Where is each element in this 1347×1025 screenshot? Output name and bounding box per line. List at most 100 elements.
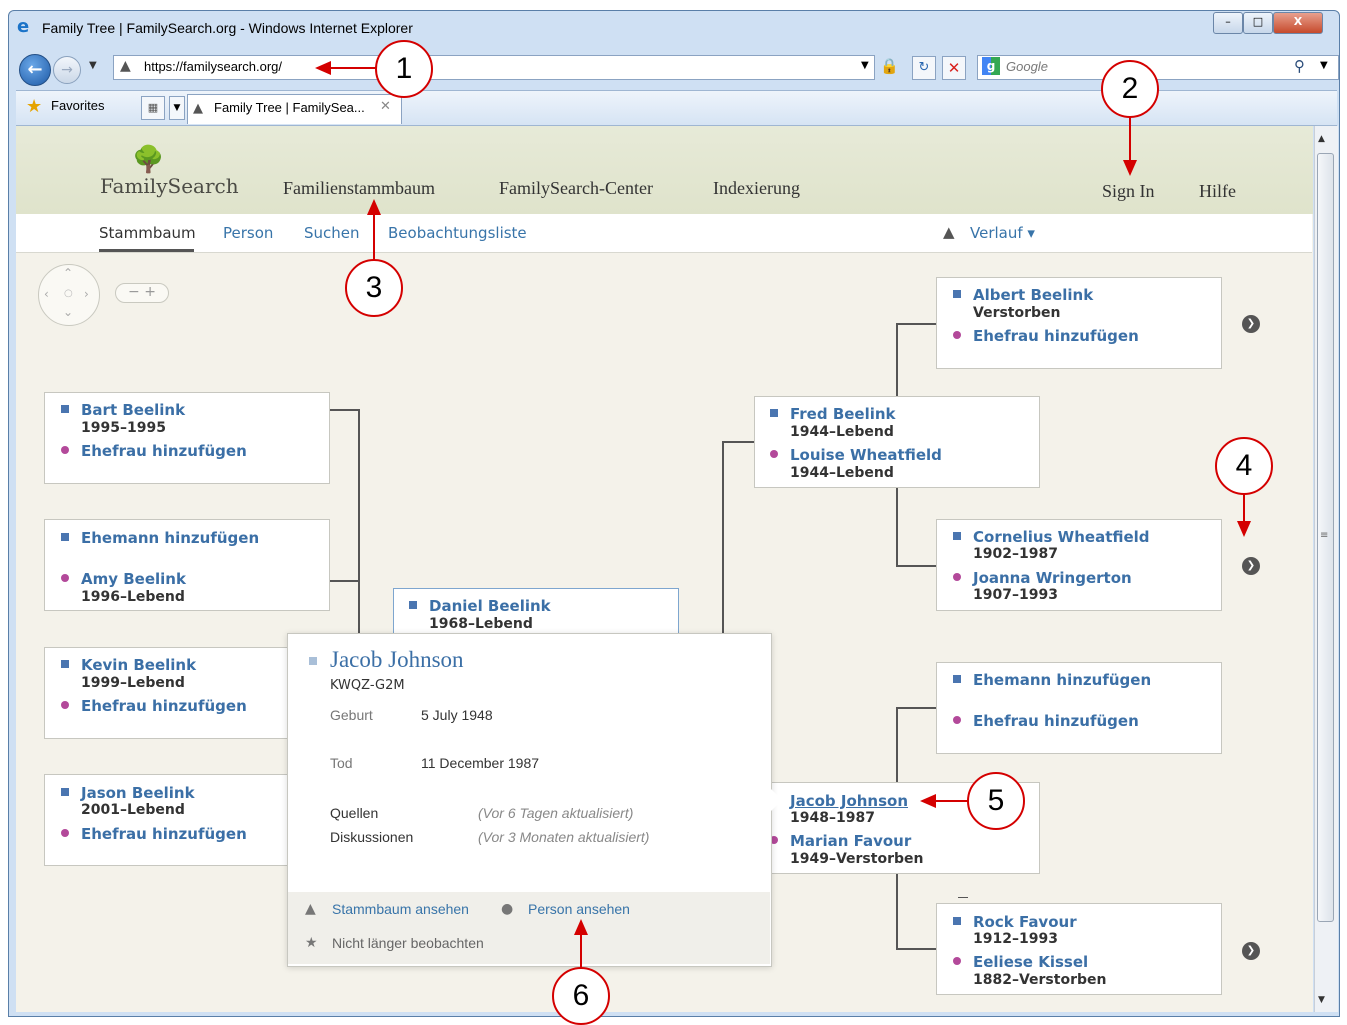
add-wife-link[interactable]: Ehefrau hinzufügen [973, 712, 1139, 730]
tab-stammbaum[interactable]: Stammbaum [99, 224, 196, 242]
maximize-button[interactable]: □ [1243, 12, 1273, 34]
spouse-name[interactable]: Louise Wheatfield [790, 446, 942, 464]
view-tree-link[interactable]: Stammbaum ansehen [332, 901, 469, 917]
zoom-control[interactable]: − + [115, 283, 169, 303]
callout-arrowhead [315, 61, 331, 75]
nav-familienstammbaum[interactable]: Familienstammbaum [283, 178, 435, 199]
person-name[interactable]: Rock Favour [973, 913, 1077, 931]
stop-icon[interactable]: ✕ [942, 56, 966, 80]
add-husband-link[interactable]: Ehemann hinzufügen [973, 671, 1151, 689]
male-icon [953, 532, 961, 540]
expand-ancestors-icon[interactable]: ❯ [1242, 942, 1260, 960]
male-icon [61, 533, 69, 541]
scroll-down-icon[interactable]: ▼ [1318, 995, 1325, 1005]
spouse-dates: 1944–Lebend [790, 465, 894, 481]
callout-arrowhead [574, 919, 588, 935]
forward-button[interactable]: → [53, 56, 81, 84]
female-icon [953, 573, 961, 581]
unwatch-link[interactable]: Nicht länger beobachten [332, 935, 484, 951]
familysearch-logo[interactable]: FamilySearch [100, 174, 239, 198]
add-wife-link[interactable]: Ehefrau hinzufügen [81, 825, 247, 843]
pan-down-icon[interactable]: ⌄ [63, 305, 73, 319]
person-name[interactable]: Jason Beelink [81, 784, 195, 802]
person-dates: 1996–Lebend [81, 589, 185, 605]
connector-line [896, 873, 898, 950]
pan-right-icon[interactable]: › [84, 287, 89, 301]
person-dates: 1902–1987 [973, 546, 1058, 562]
minimize-button[interactable]: – [1213, 12, 1243, 34]
connector-line [896, 323, 898, 397]
help-link[interactable]: Hilfe [1199, 181, 1236, 202]
person-name[interactable]: Bart Beelink [81, 401, 185, 419]
person-name[interactable]: Albert Beelink [973, 286, 1093, 304]
history-dropdown[interactable]: Verlauf ▾ [970, 224, 1035, 242]
add-wife-link[interactable]: Ehefrau hinzufügen [81, 442, 247, 460]
spouse-name[interactable]: Eeliese Kissel [973, 953, 1088, 971]
nav-familysearch-center[interactable]: FamilySearch-Center [499, 178, 653, 199]
history-dropdown-icon[interactable]: ▼ [89, 60, 97, 71]
nav-indexierung[interactable]: Indexierung [713, 178, 800, 199]
connector-line [896, 707, 936, 709]
spouse-dates: 1949–Verstorben [790, 851, 924, 867]
person-icon: ● [501, 901, 514, 917]
connector-line [722, 441, 724, 633]
person-name[interactable]: Fred Beelink [790, 405, 896, 423]
connector-line [896, 948, 936, 950]
sources-updated: (Vor 6 Tagen aktualisiert) [478, 805, 634, 821]
male-icon [409, 601, 417, 609]
person-name[interactable]: Daniel Beelink [429, 597, 551, 615]
discussions-label[interactable]: Diskussionen [330, 829, 413, 845]
lock-icon[interactable]: 🔒 [880, 57, 899, 75]
pan-center-icon[interactable]: ○ [64, 288, 73, 299]
address-dropdown-icon[interactable]: ▼ [861, 60, 869, 71]
close-window-button[interactable]: X [1273, 12, 1323, 34]
tab-beobachtungsliste[interactable]: Beobachtungsliste [388, 224, 527, 242]
scroll-up-icon[interactable]: ▲ [1318, 134, 1325, 144]
connector-line [896, 565, 936, 567]
death-label: Tod [330, 755, 353, 771]
male-icon [61, 405, 69, 413]
person-name[interactable]: Cornelius Wheatfield [973, 528, 1150, 546]
callout-line [330, 67, 376, 69]
pan-up-icon[interactable]: ⌃ [63, 266, 73, 280]
quick-tabs-icon[interactable]: ▦ [141, 96, 165, 120]
refresh-icon[interactable]: ↻ [912, 56, 936, 80]
sign-in-link[interactable]: Sign In [1102, 181, 1155, 202]
spouse-name[interactable]: Joanna Wringerton [973, 569, 1132, 587]
callout-line [1129, 117, 1131, 162]
add-wife-link[interactable]: Ehefrau hinzufügen [81, 697, 247, 715]
search-placeholder[interactable]: Google [1006, 59, 1048, 74]
tab-list-dropdown-icon[interactable]: ▼ [169, 96, 185, 120]
connector-line [330, 580, 360, 582]
birth-label: Geburt [330, 707, 373, 723]
callout-line [373, 214, 375, 260]
address-text[interactable]: https://familysearch.org/ [144, 59, 282, 74]
search-icon[interactable]: ⚲ [1294, 57, 1305, 75]
popup-person-name[interactable]: Jacob Johnson [330, 647, 464, 673]
favorites-button[interactable]: Favorites [51, 98, 104, 113]
callout-4: 4 [1215, 437, 1273, 495]
add-husband-link[interactable]: Ehemann hinzufügen [81, 529, 259, 547]
sources-label[interactable]: Quellen [330, 805, 378, 821]
connector-line [958, 897, 968, 898]
search-dropdown-icon[interactable]: ▼ [1320, 60, 1328, 71]
tab-person[interactable]: Person [223, 224, 273, 242]
view-person-link[interactable]: Person ansehen [528, 901, 630, 917]
back-button[interactable]: ← [19, 54, 51, 86]
person-name-link[interactable]: Jacob Johnson [790, 792, 908, 810]
tab-close-icon[interactable]: ✕ [380, 99, 391, 114]
person-name[interactable]: Kevin Beelink [81, 656, 196, 674]
tab-suchen[interactable]: Suchen [304, 224, 360, 242]
add-wife-link[interactable]: Ehefrau hinzufügen [973, 327, 1139, 345]
pan-left-icon[interactable]: ‹ [44, 287, 49, 301]
spouse-name[interactable]: Marian Favour [790, 832, 911, 850]
death-date: 11 December 1987 [421, 755, 540, 771]
tab-title[interactable]: Family Tree | FamilySea... [214, 100, 365, 115]
female-icon [61, 446, 69, 454]
tab-tree-icon: ▲ [193, 101, 203, 116]
female-icon [61, 829, 69, 837]
favorites-star-icon[interactable]: ★ [26, 96, 42, 117]
expand-ancestors-icon[interactable]: ❯ [1242, 557, 1260, 575]
person-name[interactable]: Amy Beelink [81, 570, 186, 588]
expand-ancestors-icon[interactable]: ❯ [1242, 315, 1260, 333]
